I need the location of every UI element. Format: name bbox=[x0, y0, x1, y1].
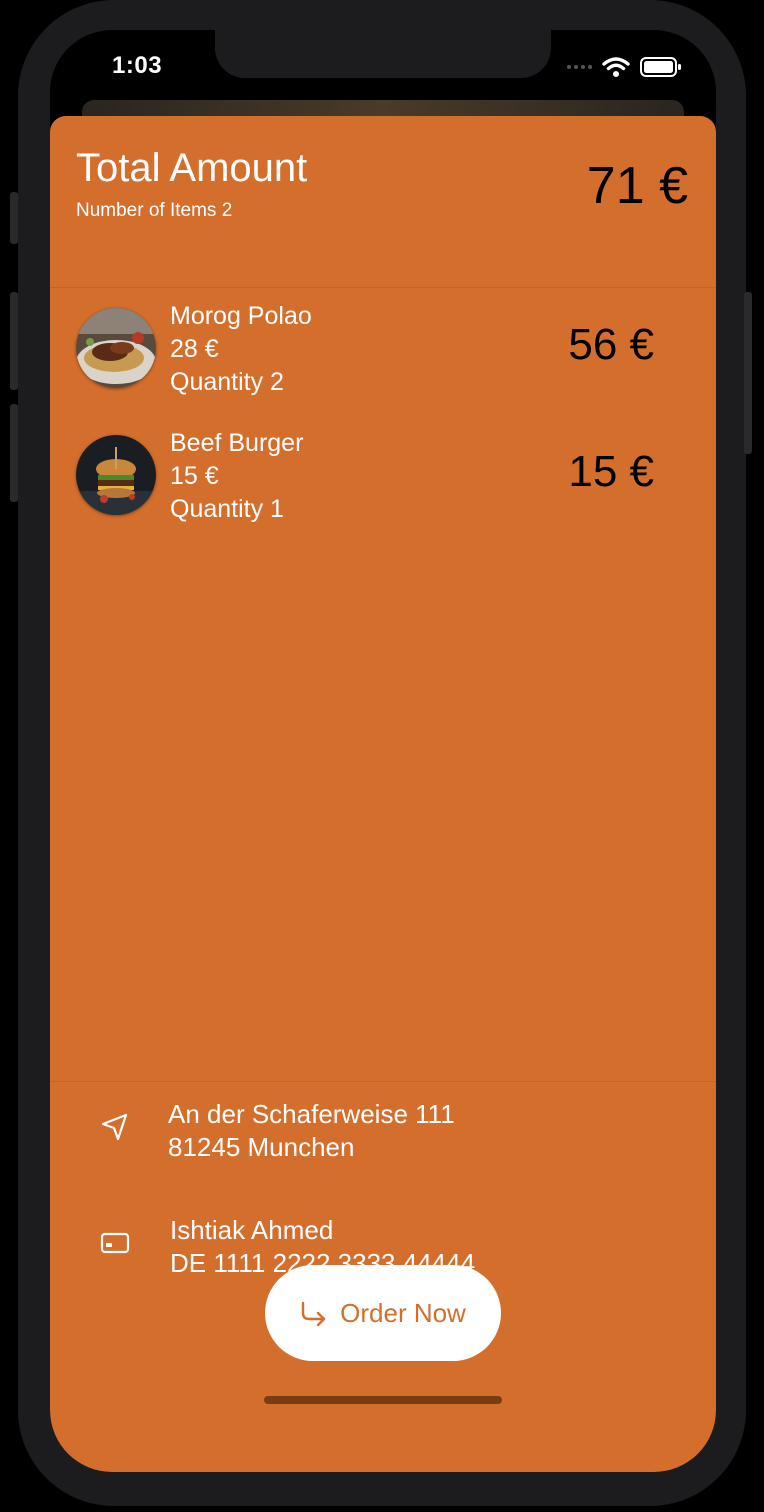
cart-item-total: 56 € bbox=[568, 320, 654, 369]
order-now-button[interactable]: Order Now bbox=[265, 1265, 501, 1361]
address-line-1: An der Schaferweise 111 bbox=[168, 1099, 455, 1129]
status-icons bbox=[567, 56, 682, 78]
battery-icon bbox=[640, 57, 681, 77]
cardholder-name: Ishtiak Ahmed bbox=[170, 1215, 334, 1245]
delivery-address[interactable]: An der Schaferweise 111 81245 Munchen bbox=[100, 1098, 660, 1168]
cart-item-quantity: Quantity 2 bbox=[170, 368, 284, 396]
header-divider bbox=[50, 287, 716, 288]
cart-item-details: Morog Polao 28 € Quantity 2 bbox=[170, 300, 312, 399]
cart-item[interactable]: Beef Burger 15 € Quantity 1 15 € bbox=[76, 427, 690, 537]
volume-up-button bbox=[10, 292, 18, 390]
status-time: 1:03 bbox=[112, 52, 163, 79]
cart-item-quantity: Quantity 1 bbox=[170, 495, 284, 523]
volume-down-button bbox=[10, 404, 18, 502]
burger-photo bbox=[76, 435, 156, 515]
mute-switch bbox=[10, 192, 18, 244]
redo-arrow-icon bbox=[301, 1301, 326, 1326]
total-amount: 71 € bbox=[586, 157, 688, 215]
items-count: Number of Items 2 bbox=[76, 200, 233, 221]
power-button bbox=[744, 292, 752, 454]
cart-item-details: Beef Burger 15 € Quantity 1 bbox=[170, 427, 303, 526]
order-now-label: Order Now bbox=[340, 1297, 466, 1328]
address-text: An der Schaferweise 111 81245 Munchen bbox=[168, 1098, 455, 1164]
page-title: Total Amount bbox=[76, 146, 308, 190]
cart-header: Total Amount Number of Items 2 71 € bbox=[76, 146, 690, 246]
wifi-icon bbox=[602, 57, 630, 77]
screen: 1:03 Total Amount Number of Items 2 71 € bbox=[50, 30, 716, 1472]
cart-item-price: 15 € bbox=[170, 462, 219, 490]
cart-item-name: Beef Burger bbox=[170, 429, 304, 457]
cart-item[interactable]: Morog Polao 28 € Quantity 2 56 € bbox=[76, 300, 690, 410]
rice-dish-photo bbox=[76, 308, 156, 388]
signal-icon bbox=[567, 65, 592, 69]
address-line-2: 81245 Munchen bbox=[168, 1132, 355, 1162]
cart-item-name: Morog Polao bbox=[170, 302, 312, 330]
navigation-arrow-icon bbox=[101, 1113, 128, 1141]
credit-card-icon bbox=[100, 1232, 130, 1254]
notch bbox=[215, 30, 551, 78]
home-indicator bbox=[264, 1396, 502, 1404]
cart-item-price: 28 € bbox=[170, 335, 219, 363]
cart-item-total: 15 € bbox=[568, 447, 654, 496]
footer-divider bbox=[50, 1081, 716, 1082]
